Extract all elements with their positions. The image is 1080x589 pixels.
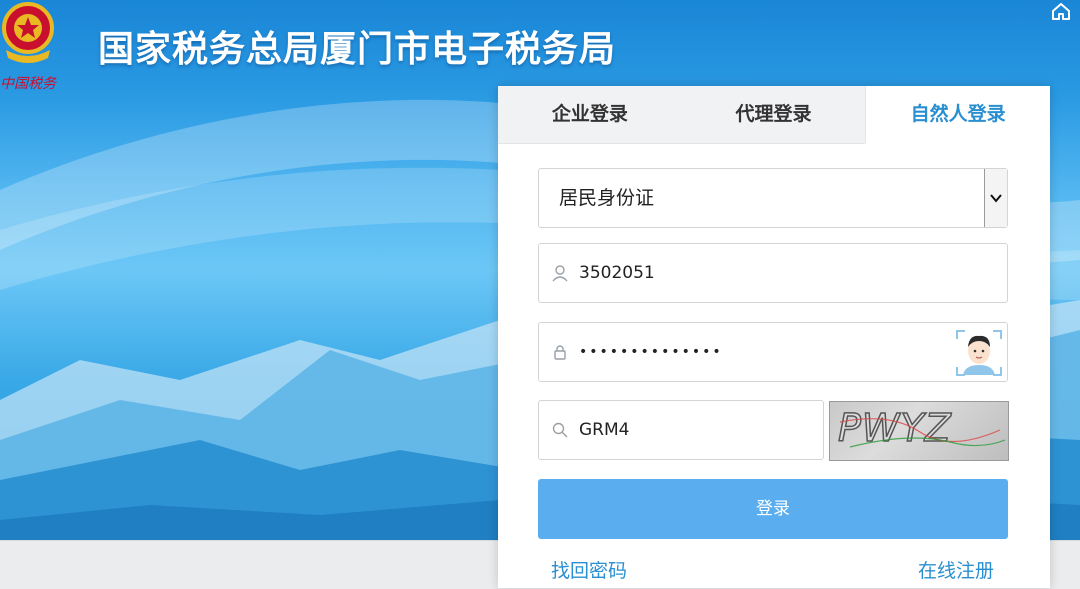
captcha-input[interactable]: GRM4 (538, 400, 824, 460)
emblem-caption: 中国税务 (0, 76, 57, 92)
login-panel: 企业登录 代理登录 自然人登录 居民身份证 3502051 ••••••••••… (498, 86, 1051, 588)
password-value: •••••••••••••• (579, 344, 723, 360)
login-tabs: 企业登录 代理登录 自然人登录 (498, 86, 1051, 144)
search-icon (551, 421, 569, 439)
user-icon (551, 264, 569, 282)
chevron-down-icon[interactable] (984, 169, 1007, 227)
home-icon[interactable] (1050, 0, 1072, 22)
register-link[interactable]: 在线注册 (918, 556, 994, 583)
login-button[interactable]: 登录 (538, 479, 1008, 539)
password-input[interactable]: •••••••••••••• (538, 322, 1008, 382)
tax-emblem-logo: 中国税务 (0, 0, 70, 92)
tab-individual-login[interactable]: 自然人登录 (865, 86, 1051, 144)
tab-enterprise-login[interactable]: 企业登录 (498, 86, 682, 144)
username-input[interactable]: 3502051 (538, 243, 1008, 303)
forgot-password-link[interactable]: 找回密码 (551, 556, 627, 583)
username-value: 3502051 (579, 263, 655, 283)
lock-icon (551, 343, 569, 361)
id-type-select[interactable]: 居民身份证 (538, 168, 1008, 228)
captcha-image[interactable]: PWYZ (829, 401, 1009, 461)
id-type-selected: 居民身份证 (559, 187, 655, 209)
site-title: 国家税务总局厦门市电子税务局 (98, 29, 617, 70)
tab-agent-login[interactable]: 代理登录 (681, 86, 866, 144)
face-scan-icon[interactable] (953, 327, 1005, 379)
captcha-value: GRM4 (579, 420, 630, 440)
